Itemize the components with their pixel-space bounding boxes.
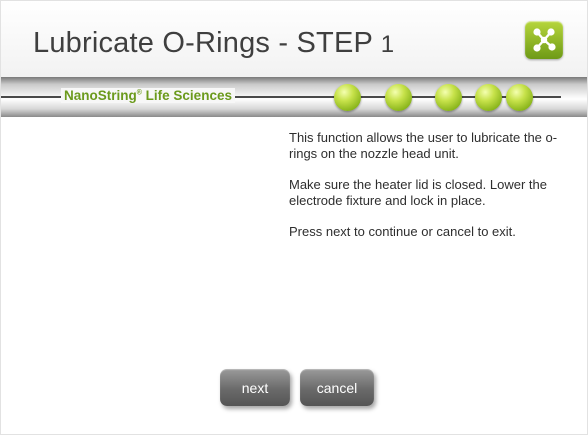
network-molecule-icon[interactable] [525,21,563,59]
instruction-paragraph-2: Make sure the heater lid is closed. Lowe… [289,177,547,208]
instruction-paragraph-3: Press next to continue or cancel to exit… [289,224,516,239]
brand-suffix: Life Sciences [141,88,232,103]
lubricate-step-screen: Lubricate O-Rings - STEP 1 NanoString® L… [0,0,588,435]
header: Lubricate O-Rings - STEP 1 [1,1,587,77]
instructions: This function allows the user to lubrica… [289,130,579,255]
step-dot-1 [334,84,361,111]
step-dot-4 [475,84,502,111]
step-number: 1 [380,31,395,58]
cancel-button[interactable]: cancel [300,369,374,406]
instruction-paragraph-1: This function allows the user to lubrica… [289,130,558,161]
progress-band: NanoString® Life Sciences [1,77,587,117]
next-button[interactable]: next [220,369,290,406]
page-title-text: Lubricate O-Rings - STEP [33,27,381,59]
step-dot-3 [435,84,462,111]
page-title: Lubricate O-Rings - STEP 1 [33,27,394,60]
step-dot-2 [385,84,412,111]
brand-label: NanoString® Life Sciences [61,88,235,103]
step-dot-5 [506,84,533,111]
brand-name: NanoString [64,88,137,103]
